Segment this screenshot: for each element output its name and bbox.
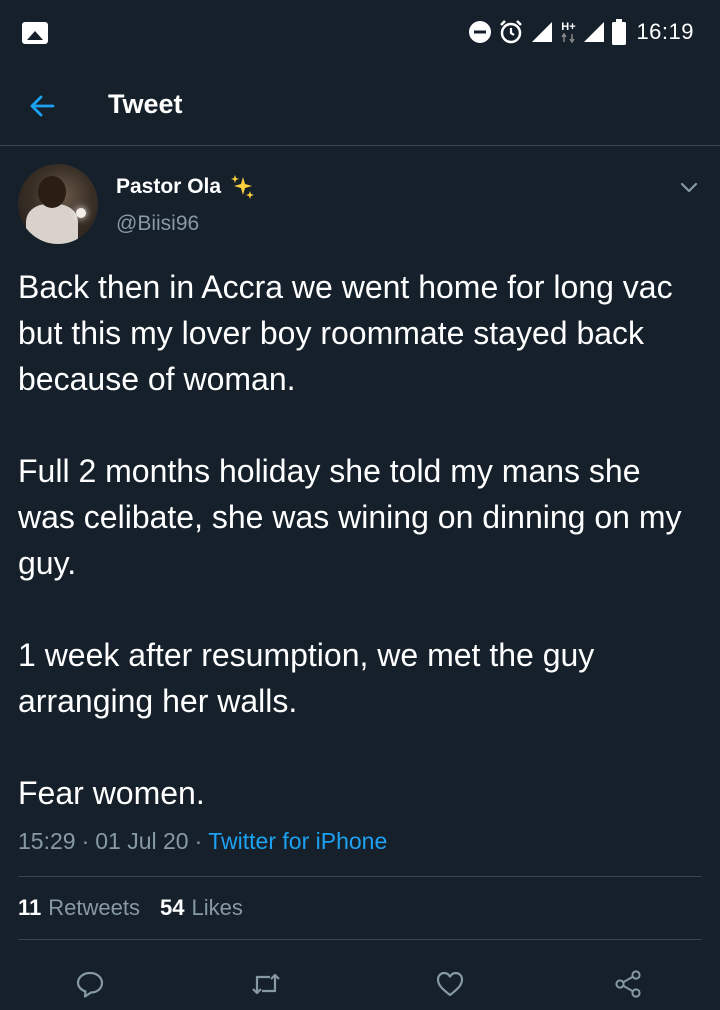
alarm-icon	[500, 20, 523, 44]
signal-icon	[532, 22, 553, 42]
sparkles-icon	[231, 175, 255, 199]
tweet-meta: 15:29 · 01 Jul 20 · Twitter for iPhone	[18, 828, 387, 855]
tweet-paragraph: 1 week after resumption, we met the guy …	[18, 637, 595, 719]
tweet-options-button[interactable]	[674, 172, 704, 202]
avatar[interactable]	[18, 164, 98, 244]
reply-button[interactable]	[70, 964, 110, 1004]
tweet-source-link[interactable]: Twitter for iPhone	[208, 828, 387, 855]
battery-icon	[612, 19, 627, 45]
status-bar: H+ 16:19	[0, 0, 720, 64]
meta-separator: ·	[194, 828, 203, 854]
network-label: H+	[561, 20, 576, 33]
retweets-stat[interactable]: 11 Retweets	[18, 895, 140, 921]
arrow-left-icon	[30, 95, 55, 117]
likes-count: 54	[159, 895, 185, 920]
likes-label: Likes	[191, 895, 243, 920]
tweet-actions	[0, 954, 720, 1010]
tweet-paragraph: Full 2 months holiday she told my mans s…	[18, 453, 682, 581]
share-icon	[615, 970, 641, 998]
top-bar: Tweet	[0, 64, 720, 146]
dnd-icon	[469, 21, 492, 43]
tweet-stats: 11 Retweets 54 Likes	[18, 876, 702, 940]
tweet-date: 01 Jul 20	[95, 828, 189, 854]
gallery-icon	[22, 22, 48, 44]
tweet-paragraph: Back then in Accra we went home for long…	[18, 269, 673, 397]
like-button[interactable]	[430, 964, 470, 1004]
tweet-time: 15:29	[18, 828, 76, 854]
retweets-label: Retweets	[48, 895, 140, 920]
likes-stat[interactable]: 54 Likes	[160, 895, 243, 921]
chevron-down-icon	[680, 182, 698, 193]
status-icons: H+ 16:19	[468, 18, 694, 46]
page-title: Tweet	[108, 89, 183, 119]
author-name: Pastor Ola	[116, 175, 222, 198]
data-arrows-icon	[561, 32, 576, 43]
reply-icon	[76, 971, 104, 998]
tweet-paragraph: Fear women.	[18, 775, 205, 811]
network-type: H+	[560, 20, 576, 43]
like-icon	[436, 971, 464, 997]
retweet-icon	[252, 973, 280, 995]
retweet-button[interactable]	[246, 964, 286, 1004]
retweets-count: 11	[18, 895, 42, 920]
meta-separator: ·	[81, 828, 90, 854]
signal-icon	[584, 22, 605, 42]
tweet-text: Back then in Accra we went home for long…	[18, 264, 702, 816]
share-button[interactable]	[608, 964, 648, 1004]
author-name-row[interactable]: Pastor Ola	[116, 174, 255, 200]
clock: 16:19	[636, 19, 694, 44]
author-handle[interactable]: @Biisi96	[116, 212, 199, 236]
back-button[interactable]	[22, 86, 62, 126]
